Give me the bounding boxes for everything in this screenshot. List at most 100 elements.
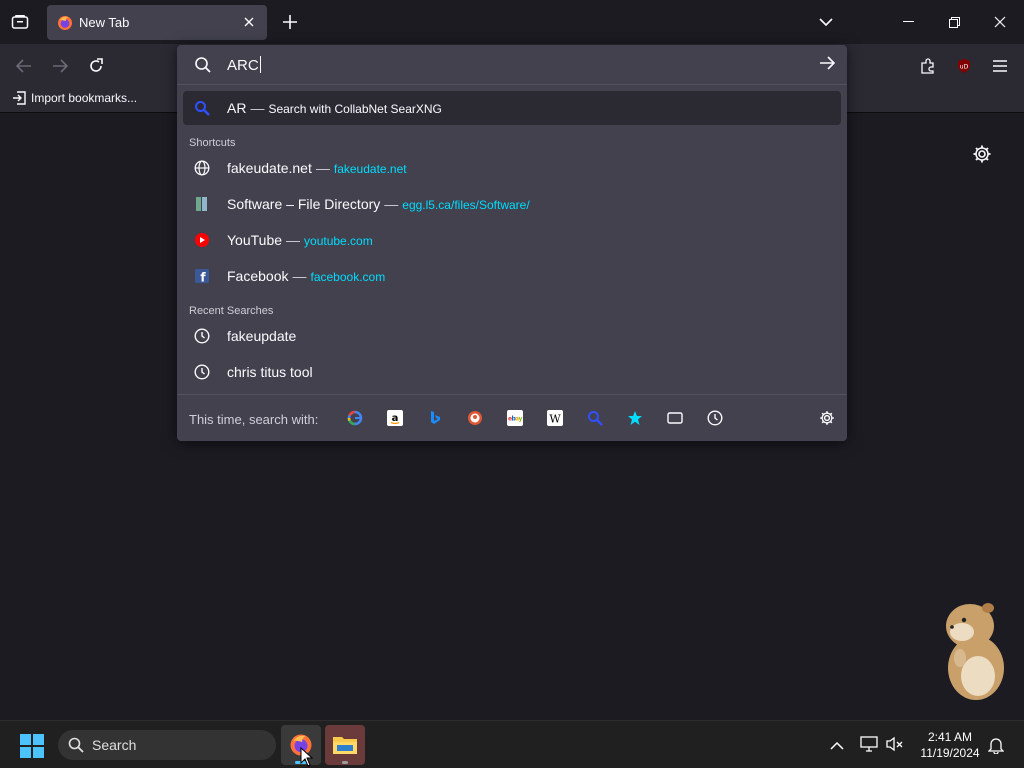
firefox-icon [58, 15, 72, 30]
google-icon[interactable] [346, 409, 364, 427]
ebay-icon[interactable]: ebay [506, 409, 524, 427]
history-icon[interactable] [706, 409, 724, 427]
import-bookmarks-button[interactable]: Import bookmarks... [12, 91, 137, 105]
svg-text:a: a [392, 413, 399, 424]
import-icon [13, 91, 26, 105]
heuristic-result[interactable]: AR — Search with CollabNet SearXNG [183, 91, 841, 125]
speaker-muted-icon [886, 736, 903, 752]
close-window-button[interactable] [990, 12, 1010, 32]
shortcuts-group-label: Shortcuts [189, 137, 236, 149]
firefox-view-button[interactable] [8, 11, 32, 33]
shortcut-title: fakeudate.net [227, 160, 312, 176]
recent-search-row[interactable]: fakeupdate [183, 319, 841, 353]
urlbar-input-row[interactable]: ARC [177, 45, 847, 85]
bookmarks-icon[interactable] [626, 409, 644, 427]
reload-icon [90, 58, 103, 72]
tab-strip: New Tab [0, 0, 1024, 44]
bell-icon [987, 738, 1005, 755]
system-clock[interactable]: 2:41 AM 11/19/2024 [912, 729, 988, 761]
one-off-label: This time, search with: [189, 412, 319, 427]
import-bookmarks-label: Import bookmarks... [31, 91, 138, 105]
recent-search-row[interactable]: chris titus tool [183, 355, 841, 389]
minimize-button[interactable] [898, 12, 918, 32]
wikipedia-icon[interactable]: W [546, 409, 564, 427]
new-tab-button[interactable] [280, 12, 300, 32]
tab-new-tab[interactable]: New Tab [47, 5, 267, 40]
taskbar-search-box[interactable]: Search [58, 730, 276, 760]
extensions-button[interactable] [914, 52, 942, 80]
urlbar-input[interactable]: ARC [227, 56, 261, 74]
new-tab-settings-button[interactable] [972, 144, 994, 166]
active-app-indicator [342, 761, 348, 764]
recent-search-title: chris titus tool [227, 364, 313, 380]
history-icon [193, 327, 211, 345]
gear-icon [973, 145, 991, 163]
urlbar-input-value: ARC [227, 57, 259, 74]
arrow-right-icon [53, 59, 68, 73]
separator: — [384, 196, 399, 212]
volume-status[interactable] [886, 736, 904, 754]
separator: — [286, 232, 301, 248]
list-all-tabs-button[interactable] [816, 12, 836, 32]
puzzle-icon [921, 58, 934, 74]
back-button[interactable] [10, 52, 38, 80]
separator: — [292, 268, 307, 284]
arrow-left-icon [16, 59, 31, 73]
show-hidden-icons-button[interactable] [830, 737, 846, 753]
bing-icon[interactable] [426, 409, 444, 427]
network-status[interactable] [860, 736, 878, 754]
forward-button[interactable] [46, 52, 74, 80]
app-menu-button[interactable] [986, 52, 1014, 80]
folder-icon [333, 737, 357, 754]
taskbar-search-label: Search [92, 737, 137, 753]
taskbar-file-explorer-button[interactable] [325, 725, 365, 765]
globe-icon [193, 159, 211, 177]
network-icon [860, 736, 878, 752]
clock-date: 11/19/2024 [920, 746, 980, 760]
tabs-icon[interactable] [666, 409, 684, 427]
folder-icon [193, 195, 211, 213]
urlbar-popup: ARC AR — Search with CollabNet SearXNG Sho… [177, 45, 847, 441]
shortcut-row[interactable]: YouTube — youtube.com [183, 223, 841, 257]
svg-text:W: W [549, 413, 561, 426]
search-icon [68, 737, 84, 753]
svg-text:f: f [200, 271, 206, 285]
ublock-icon: uD [958, 59, 970, 73]
recent-searches-group-label: Recent Searches [189, 305, 274, 317]
restore-button[interactable] [944, 12, 964, 32]
search-settings-button[interactable] [818, 409, 836, 427]
ublock-origin-button[interactable]: uD [950, 52, 978, 80]
close-icon [994, 16, 1006, 28]
svg-text:uD: uD [960, 64, 969, 71]
reload-button[interactable] [82, 52, 110, 80]
clock-time: 2:41 AM [927, 730, 973, 744]
notifications-button[interactable] [987, 736, 1006, 755]
youtube-icon [193, 231, 211, 249]
duckduckgo-icon[interactable] [466, 409, 484, 427]
shortcut-row[interactable]: fakeudate.net — fakeudate.net [183, 151, 841, 185]
amazon-icon[interactable]: a [386, 409, 404, 427]
start-button[interactable] [20, 734, 44, 758]
shortcut-title: Facebook [227, 268, 289, 284]
tab-title: New Tab [79, 15, 130, 30]
shortcut-row[interactable]: Software – File Directory — egg.l5.ca/file… [183, 187, 841, 221]
shortcut-title: Software – File Directory [227, 196, 381, 212]
searxng-icon [193, 99, 211, 117]
heuristic-action: Search with CollabNet SearXNG [268, 102, 442, 116]
chevron-up-icon [830, 741, 844, 750]
windows-logo-icon [20, 734, 44, 758]
close-tab-button[interactable] [241, 14, 257, 30]
gear-icon [820, 411, 834, 425]
chevron-down-icon [819, 18, 833, 26]
shortcut-url: facebook.com [310, 270, 386, 284]
close-icon [244, 17, 254, 27]
hamster-sticker [946, 603, 1004, 700]
shortcut-url: youtube.com [304, 234, 373, 248]
searxng-icon[interactable] [586, 409, 604, 427]
history-icon [193, 363, 211, 381]
separator: — [315, 160, 330, 176]
go-arrow-icon[interactable] [819, 56, 835, 70]
firefox-view-icon [11, 15, 29, 29]
shortcut-row[interactable]: f Facebook — facebook.com [183, 259, 841, 293]
restore-icon [948, 16, 960, 28]
